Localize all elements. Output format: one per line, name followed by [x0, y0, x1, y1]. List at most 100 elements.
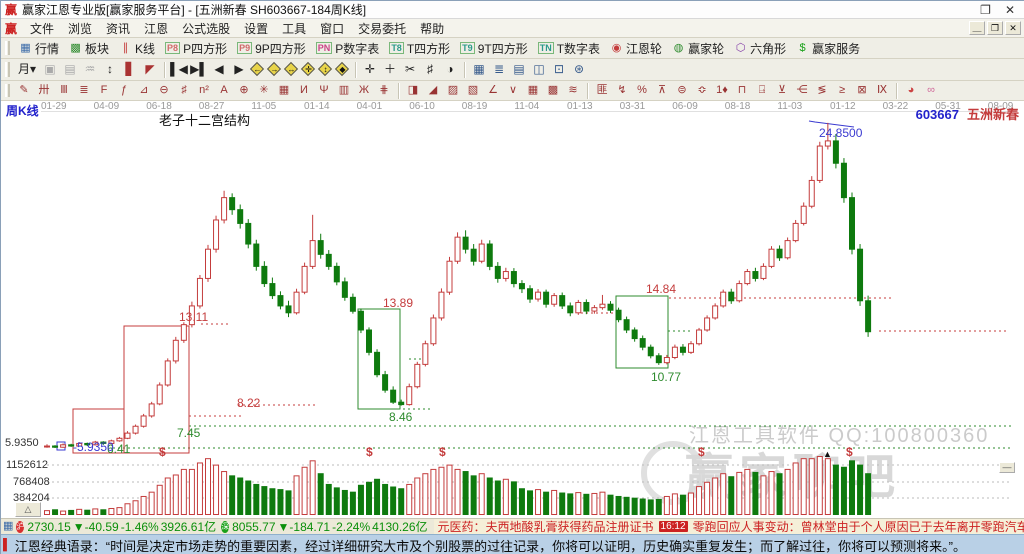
notebook-icon[interactable]: ▤: [509, 61, 529, 78]
period-selector[interactable]: 月▾: [14, 61, 40, 78]
gann-wheel-button[interactable]: ◉ 江恩轮: [605, 39, 667, 58]
next-bar-icon[interactable]: ▶: [229, 61, 249, 78]
menu-item-公式选股[interactable]: 公式选股: [175, 18, 237, 39]
export-icon[interactable]: ⊡: [549, 61, 569, 78]
p-table-button[interactable]: PN P数字表: [311, 39, 385, 58]
mdi-close-button[interactable]: ✕: [1005, 21, 1021, 35]
gann-fan-icon[interactable]: 卅: [34, 82, 54, 99]
measure-tool-icon[interactable]: ✂: [400, 61, 420, 78]
close-button[interactable]: ✕: [1005, 3, 1015, 17]
crosshair-tool-icon[interactable]: ＋: [380, 61, 400, 78]
menu-item-文件[interactable]: 文件: [23, 18, 61, 39]
menu-item-窗口[interactable]: 窗口: [313, 18, 351, 39]
channel-icon[interactable]: ⊓: [732, 82, 752, 99]
calendar-icon[interactable]: ▦: [469, 61, 489, 78]
gann-diamond-icon-1[interactable]: ←: [249, 61, 265, 77]
news-ticker[interactable]: 元医药：夫西地酸乳膏获得药品注册证书 16:12 零跑回应人事变动：曾林堂由于个…: [433, 519, 1024, 534]
t9-square-button[interactable]: T9 9T四方形: [455, 39, 533, 58]
star-icon[interactable]: ✳: [254, 82, 274, 99]
pie-chart-icon[interactable]: ◕: [901, 82, 921, 99]
grid-box-icon[interactable]: ▦: [274, 82, 294, 99]
wave-infinity-icon[interactable]: ∞: [921, 82, 941, 99]
percent-retrace-icon[interactable]: ↯: [612, 82, 632, 99]
pattern-box-icon[interactable]: ▩: [543, 82, 563, 99]
menu-item-帮助[interactable]: 帮助: [413, 18, 451, 39]
kline-button[interactable]: ∥ K线: [114, 39, 160, 58]
shenzhen-index-icon[interactable]: 深: [221, 520, 230, 533]
board-grid-icon[interactable]: ▦: [3, 520, 13, 533]
check-lines-icon[interactable]: ∨: [503, 82, 523, 99]
gann-diamond-icon-5[interactable]: ↕: [317, 61, 333, 77]
gann-diamond-icon-3[interactable]: ↔: [283, 61, 299, 77]
menu-item-工具[interactable]: 工具: [275, 18, 313, 39]
menu-item-资讯[interactable]: 资讯: [99, 18, 137, 39]
chart-area[interactable]: 周K线 01-29 04-09 06-18 08-27 11-05 01-14 04-01 0…: [1, 101, 1024, 518]
save-icon[interactable]: ◫: [529, 61, 549, 78]
menu-item-设置[interactable]: 设置: [237, 18, 275, 39]
big-grid-icon[interactable]: ▦: [523, 82, 543, 99]
circle-cross-icon[interactable]: ⊕: [234, 82, 254, 99]
prev-bar-icon[interactable]: ◀: [209, 61, 229, 78]
news-item-1[interactable]: 元医药：夫西地酸乳膏获得药品注册证书: [438, 519, 654, 534]
mdi-restore-button[interactable]: ❐: [987, 21, 1003, 35]
ruler-icon[interactable]: 匪: [592, 82, 612, 99]
gann-diamond-icon-6[interactable]: ◆: [334, 61, 350, 77]
shade-box-icon[interactable]: ▨: [443, 82, 463, 99]
gold-line-icon[interactable]: ≎: [692, 82, 712, 99]
percent-icon[interactable]: %: [632, 82, 652, 99]
scroll-right-button[interactable]: —: [999, 462, 1015, 473]
screen-capture-icon[interactable]: ▣: [40, 61, 60, 78]
goto-last-icon[interactable]: ▶▌: [189, 61, 209, 78]
gold-box-icon[interactable]: ⍈: [752, 82, 772, 99]
t-square-button[interactable]: T8 T四方形: [384, 39, 455, 58]
bars-pattern-icon[interactable]: ⋕: [374, 82, 394, 99]
goto-first-icon[interactable]: ▌◀: [169, 61, 189, 78]
color-flag-icon[interactable]: ◤: [140, 61, 160, 78]
gold-circle-icon[interactable]: ⊜: [672, 82, 692, 99]
parallel-icon[interactable]: ≋: [563, 82, 583, 99]
angle-icon[interactable]: ⊿: [134, 82, 154, 99]
news-item-2[interactable]: 零跑回应人事变动：曾林堂由于个人原因已于去年离开零跑汽车: [693, 519, 1024, 534]
zoom-out-chart-icon[interactable]: ♒: [80, 61, 100, 78]
cycle-icon[interactable]: ⊖: [154, 82, 174, 99]
trend-s-icon[interactable]: ≶: [812, 82, 832, 99]
gann-diamond-icon-4[interactable]: ✛: [300, 61, 316, 77]
trend-v-icon[interactable]: ⊻: [772, 82, 792, 99]
fib-lines-icon[interactable]: ≣: [74, 82, 94, 99]
steps-icon[interactable]: ≥: [832, 82, 852, 99]
zone-icon[interactable]: ⊠: [852, 82, 872, 99]
note-icon[interactable]: ▤: [60, 61, 80, 78]
n2-icon[interactable]: n²: [194, 82, 214, 99]
palette-tool-icon[interactable]: ◑: [440, 61, 460, 78]
hash-icon[interactable]: ♯: [174, 82, 194, 99]
a-tool-icon[interactable]: A: [214, 82, 234, 99]
time-grid-icon[interactable]: Ж: [354, 82, 374, 99]
hexagon-button[interactable]: ⬡ 六角形: [729, 39, 791, 58]
price-mark-icon[interactable]: 1♦: [712, 82, 732, 99]
shanghai-index-icon[interactable]: 沪: [16, 520, 25, 533]
spiral-icon[interactable]: ƒ: [114, 82, 134, 99]
menu-item-江恩[interactable]: 江恩: [137, 18, 175, 39]
p-square-button[interactable]: P8 P四方形: [160, 39, 232, 58]
refresh-icon[interactable]: ⊛: [569, 61, 589, 78]
p9-square-button[interactable]: P9 9P四方形: [232, 39, 311, 58]
winner-wheel-button[interactable]: ◍ 赢家轮: [667, 39, 729, 58]
gann-diamond-icon-2[interactable]: →: [266, 61, 282, 77]
candle-style-icon[interactable]: ▋: [120, 61, 140, 78]
menu-item-浏览[interactable]: 浏览: [61, 18, 99, 39]
menu-item-交易委托[interactable]: 交易委托: [351, 18, 413, 39]
calculator-icon[interactable]: ≣: [489, 61, 509, 78]
pen-tool-icon[interactable]: ✎: [14, 82, 34, 99]
mdi-minimize-button[interactable]: ＿: [969, 21, 985, 35]
hand-tool-icon[interactable]: ✛: [360, 61, 380, 78]
rays-icon[interactable]: ◢: [423, 82, 443, 99]
quotes-button[interactable]: ▦ 行情: [14, 39, 64, 58]
pitchfork-icon[interactable]: Ψ: [314, 82, 334, 99]
percent-line-icon[interactable]: ⊼: [652, 82, 672, 99]
stamp-tool-icon[interactable]: ♯: [420, 61, 440, 78]
spinner-icon[interactable]: ↕: [100, 61, 120, 78]
filled-box-icon[interactable]: ▧: [463, 82, 483, 99]
wave-n-icon[interactable]: И: [294, 82, 314, 99]
trend-e-icon[interactable]: ⋲: [792, 82, 812, 99]
blocks-button[interactable]: ▩ 板块: [64, 39, 114, 58]
